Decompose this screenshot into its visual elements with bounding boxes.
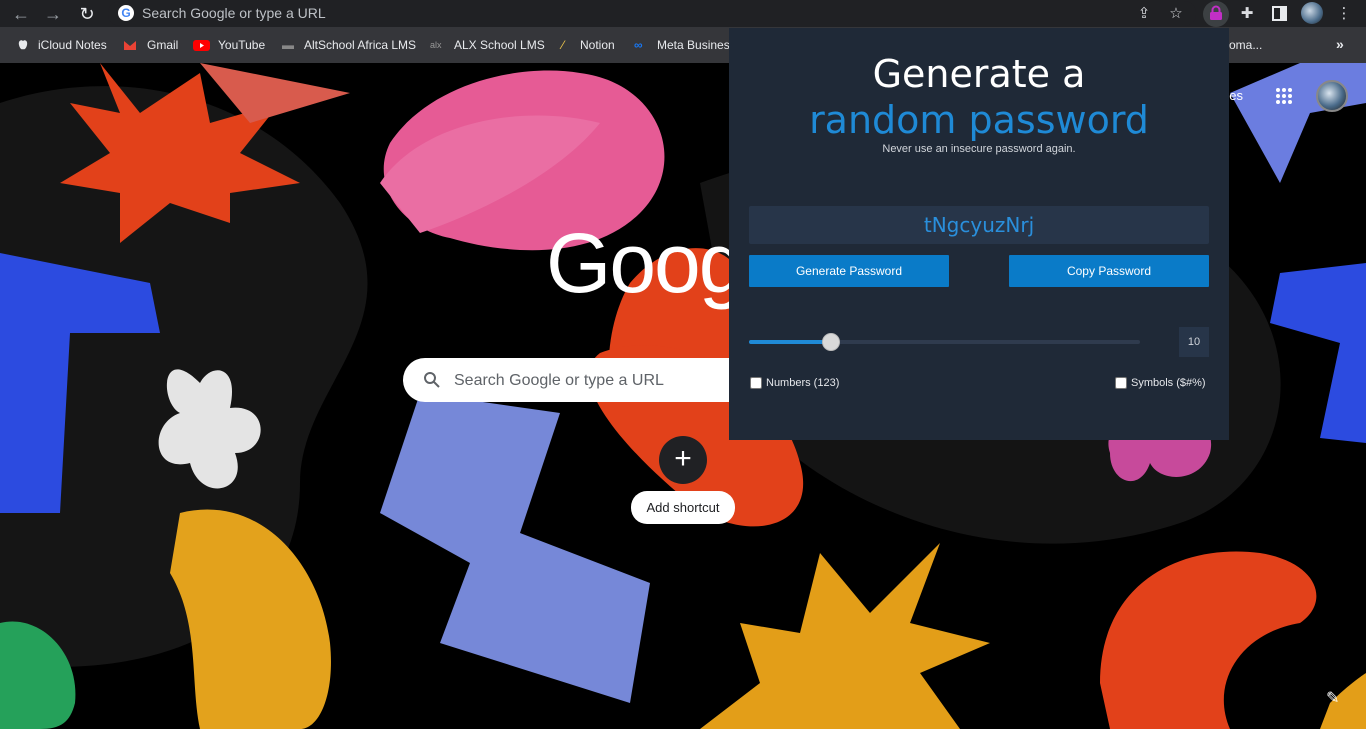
menu-kebab-icon[interactable]: ⋮ (1334, 4, 1354, 24)
generated-password-output[interactable]: tNgcyuzNrj (749, 206, 1209, 244)
alx-icon: alx (430, 40, 442, 50)
copy-password-button[interactable]: Copy Password (1009, 255, 1209, 287)
bookmark-icloud-notes[interactable]: iCloud Notes (38, 38, 107, 52)
omnibox-placeholder[interactable]: Search Google or type a URL (142, 5, 326, 21)
apple-icon (18, 40, 28, 50)
add-shortcut-button[interactable]: Add shortcut (631, 491, 735, 524)
bookmark-alx[interactable]: ALX School LMS (454, 38, 545, 52)
symbols-checkbox[interactable] (1115, 377, 1127, 389)
ntp-search-placeholder[interactable]: Search Google or type a URL (454, 372, 664, 390)
bookmark-star-icon[interactable]: ☆ (1166, 4, 1186, 24)
altschool-icon: ▬ (282, 38, 294, 52)
bookmark-altschool[interactable]: AltSchool Africa LMS (304, 38, 416, 52)
bookmark-youtube[interactable]: YouTube (218, 38, 265, 52)
add-shortcut-plus-icon[interactable]: + (659, 436, 707, 484)
generate-password-button[interactable]: Generate Password (749, 255, 949, 287)
google-apps-grid-icon[interactable] (1274, 86, 1294, 106)
google-g-icon: G (118, 5, 134, 21)
popup-subtitle: Never use an insecure password again. (882, 143, 1076, 155)
google-logo: Goog (546, 216, 745, 310)
forward-arrow-icon[interactable]: → (42, 3, 64, 25)
bookmark-notion[interactable]: Notion (580, 38, 615, 52)
password-generator-popup: Generate a random password Never use an … (729, 28, 1229, 440)
popup-title-line1: Generate a (872, 52, 1086, 96)
bookmark-truncated[interactable]: oma... (1229, 38, 1262, 52)
length-slider-thumb[interactable] (822, 333, 841, 351)
more-bookmarks-icon[interactable]: » (1336, 36, 1344, 52)
numbers-checkbox[interactable] (750, 377, 762, 389)
bookmark-meta-business[interactable]: Meta Business (657, 38, 736, 52)
search-icon (424, 372, 440, 388)
share-icon[interactable]: ⇪ (1134, 4, 1154, 24)
symbols-label[interactable]: Symbols ($#%) (1131, 377, 1206, 389)
numbers-label[interactable]: Numbers (123) (766, 377, 839, 389)
popup-title-line2: random password (809, 98, 1149, 142)
account-avatar[interactable] (1316, 80, 1348, 112)
gmail-icon (124, 41, 136, 50)
profile-avatar[interactable] (1301, 2, 1323, 24)
lock-icon (1210, 5, 1222, 20)
extensions-puzzle-icon[interactable]: ✚ (1237, 4, 1257, 24)
youtube-icon (193, 40, 210, 51)
back-arrow-icon[interactable]: ← (10, 3, 32, 25)
notion-icon: ⁄ (562, 38, 565, 52)
length-value: 10 (1179, 327, 1209, 357)
length-slider-fill (749, 340, 832, 344)
side-panel-icon[interactable] (1272, 6, 1287, 21)
reload-icon[interactable]: ↻ (76, 3, 98, 25)
customize-pencil-icon[interactable]: ✎ (1326, 688, 1339, 708)
bookmark-gmail[interactable]: Gmail (147, 38, 178, 52)
meta-icon: ∞ (634, 38, 643, 52)
